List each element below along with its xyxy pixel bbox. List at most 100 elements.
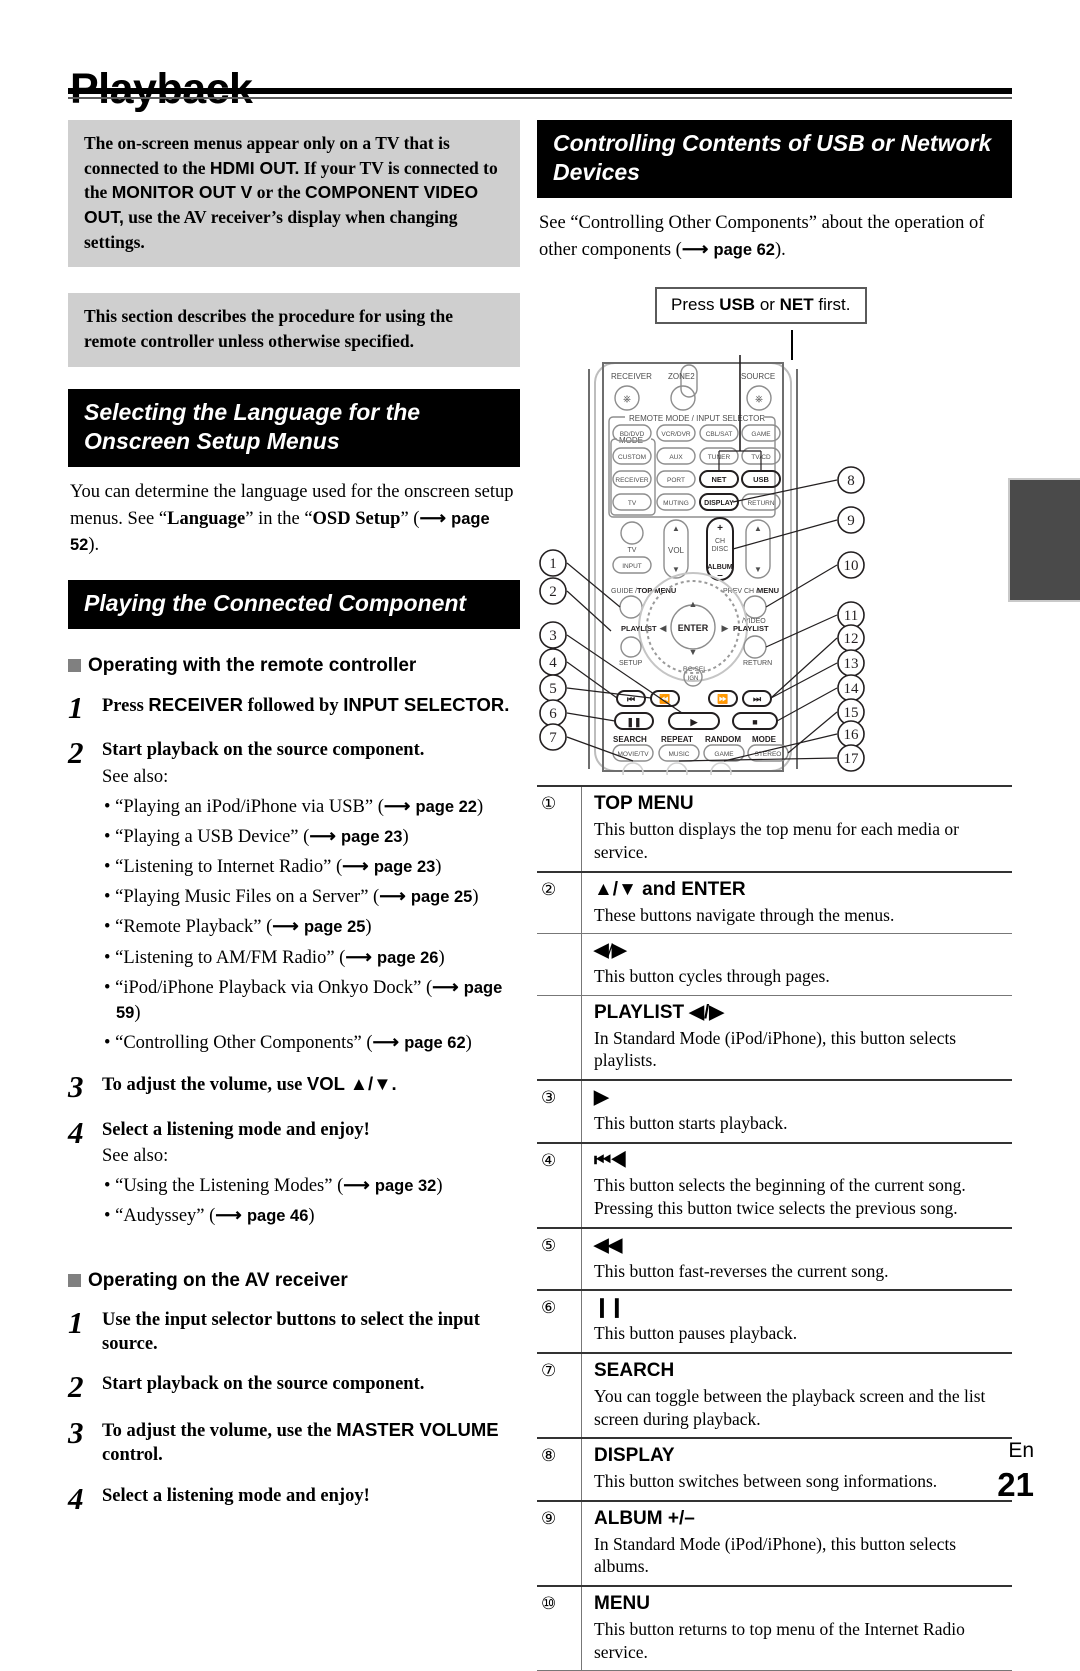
step-item: 3 To adjust the volume, use VOL ▲/▼. xyxy=(68,1071,520,1102)
arrow-icon: ⟶ xyxy=(383,794,416,816)
see-also-label: See also: xyxy=(102,1146,169,1167)
arrow-icon: ⟶ xyxy=(342,855,374,877)
description-cell: ◀/▶ This button cycles through pages. xyxy=(581,934,1012,995)
note-run-3: MONITOR OUT V xyxy=(111,182,253,203)
description-button-label: ALBUM +/– xyxy=(594,1507,695,1529)
square-bullet-icon xyxy=(68,1274,81,1288)
svg-text:5: 5 xyxy=(549,681,557,697)
step-title-run-0: Use the input selector buttons to select… xyxy=(102,1309,480,1354)
step-body: Start playback on the source component. xyxy=(102,1372,520,1401)
remote-illustration: .bd{fill:none;stroke:#231f20;stroke-widt… xyxy=(539,355,865,776)
description-callout-number: ⑦ xyxy=(541,1361,557,1381)
svg-text:⎈: ⎈ xyxy=(623,394,631,405)
bullet-end: ) xyxy=(436,1176,443,1197)
svg-text:GAME: GAME xyxy=(751,431,771,438)
step-body: To adjust the volume, use VOL ▲/▼. xyxy=(102,1072,520,1101)
description-button-label: DISPLAY xyxy=(594,1445,675,1467)
description-text: This button starts playback. xyxy=(594,1112,788,1133)
step-item: 4 Select a listening mode and enjoy! xyxy=(68,1480,520,1516)
page-ref-link[interactable]: page 26 xyxy=(377,949,438,967)
page-ref-link[interactable]: page 25 xyxy=(411,888,472,906)
arrow-icon: ⟶ xyxy=(272,915,304,937)
svg-text:SOURCE: SOURCE xyxy=(741,372,775,381)
step-title: To adjust the volume, use the MASTER VOL… xyxy=(102,1418,520,1468)
svg-text:RETURN: RETURN xyxy=(743,660,772,667)
steps-list-remote: 1 Press RECEIVER followed by INPUT SELECT… xyxy=(68,692,520,1230)
svg-text:+: + xyxy=(717,523,723,534)
svg-text:TV: TV xyxy=(628,500,637,507)
svg-text:TV: TV xyxy=(628,547,637,554)
svg-text:⏩: ⏩ xyxy=(717,693,728,704)
bullet-end: ) xyxy=(308,1206,315,1227)
page-ref-link[interactable]: page 23 xyxy=(374,858,435,876)
svg-text:ENTER: ENTER xyxy=(678,623,709,633)
paragraph-usb-intro: See “Controlling Other Components” about… xyxy=(539,210,1012,264)
page-ref-link[interactable]: page 62 xyxy=(404,1034,465,1052)
svg-text:SETUP: SETUP xyxy=(619,660,643,667)
svg-text:MODE: MODE xyxy=(752,735,777,744)
step-title-run-2: followed by xyxy=(243,695,344,716)
description-button-label: TOP MENU xyxy=(594,793,694,815)
language-end: ). xyxy=(88,535,100,556)
step-title-run-0: To adjust the volume, use the xyxy=(102,1420,337,1441)
description-row: ② ▲/▼ and ENTER These buttons navigate thr… xyxy=(537,872,1012,935)
description-text: This button cycles through pages. xyxy=(594,966,830,987)
svg-text:RECEIVER: RECEIVER xyxy=(611,372,652,381)
svg-text:USB: USB xyxy=(753,475,769,484)
cross-reference-bullet: • “Listening to Internet Radio” (⟶ page … xyxy=(104,853,520,880)
svg-text:1: 1 xyxy=(549,556,557,572)
step-title: Start playback on the source component. xyxy=(102,1372,520,1396)
svg-text:VOL: VOL xyxy=(668,546,685,555)
svg-text:GUIDE /: GUIDE / xyxy=(611,588,637,595)
step-title: Select a listening mode and enjoy! xyxy=(102,1484,520,1508)
heading-playing-connected: Playing the Connected Component xyxy=(68,580,520,629)
note-onscreen-menus: The on-screen menus appear only on a TV … xyxy=(68,120,520,268)
svg-text:▶: ▶ xyxy=(690,717,699,727)
svg-text:RC-SEL: RC-SEL xyxy=(683,666,707,673)
step-title: Use the input selector buttons to select… xyxy=(102,1308,520,1357)
page-ref-link[interactable]: page 32 xyxy=(375,1177,436,1195)
description-callout-number: ① xyxy=(541,794,557,814)
arrow-icon: ⟶ xyxy=(379,885,411,907)
bullet-text: • “Using the Listening Modes” ( xyxy=(104,1176,344,1197)
svg-text:INPUT: INPUT xyxy=(622,563,642,570)
note-remote-procedure: This section describes the procedure for… xyxy=(68,293,520,367)
description-text: This button fast-reverses the current so… xyxy=(594,1260,889,1281)
description-cell: DISPLAY This button switches between song… xyxy=(581,1439,1012,1500)
step-number: 1 xyxy=(68,1304,84,1340)
press-usb-or-net-callout: Press USB or NET first. xyxy=(655,287,867,325)
step-number: 4 xyxy=(68,1480,84,1516)
svg-text:MENU: MENU xyxy=(757,586,779,595)
bullet-text: • “Playing a USB Device” ( xyxy=(104,826,310,847)
bullet-text: • “Remote Playback” ( xyxy=(104,917,273,938)
description-text: This button displays the top menu for ea… xyxy=(594,819,959,862)
page-ref-link[interactable]: page 62 xyxy=(714,241,775,259)
description-callout-number: ⑧ xyxy=(541,1446,557,1466)
svg-text:11: 11 xyxy=(844,608,858,624)
svg-text:PORT: PORT xyxy=(667,477,685,484)
bullet-end: ) xyxy=(465,1033,472,1054)
svg-text:10: 10 xyxy=(844,558,859,574)
page-ref-link[interactable]: page 23 xyxy=(341,828,402,846)
svg-text:▲: ▲ xyxy=(754,524,762,533)
arrow-icon: ⟶ xyxy=(419,506,452,528)
description-row: ④ ⏮◀ This button selects the beginning of … xyxy=(537,1143,1012,1229)
description-callout-number: ⑤ xyxy=(541,1235,557,1255)
description-text: These buttons navigate through the menus… xyxy=(594,904,895,925)
description-cell: ALBUM +/– In Standard Mode (iPod/iPhone),… xyxy=(581,1501,1012,1586)
svg-text:▶: ▶ xyxy=(722,623,729,633)
page-ref-link[interactable]: page 46 xyxy=(247,1207,308,1225)
description-row: ⑤ ◀◀ This button fast-reverses the current… xyxy=(537,1228,1012,1292)
bullet-end: ) xyxy=(476,796,484,817)
usb-intro-end: ). xyxy=(774,240,786,261)
bullet-text: • “Playing an iPod/iPhone via USB” ( xyxy=(104,796,384,817)
steps-list-receiver: 1 Use the input selector buttons to selec… xyxy=(68,1304,520,1516)
step-title: Start playback on the source component. xyxy=(102,738,520,762)
description-cell: TOP MENU This button displays the top men… xyxy=(581,787,1012,871)
page-ref-link[interactable]: page 22 xyxy=(416,798,477,816)
arrow-icon: ⟶ xyxy=(432,975,464,997)
page-ref-link[interactable]: page 25 xyxy=(304,918,365,936)
description-row: ◀/▶ This button cycles through pages. xyxy=(537,934,1012,996)
description-callout-number: ② xyxy=(541,879,557,899)
